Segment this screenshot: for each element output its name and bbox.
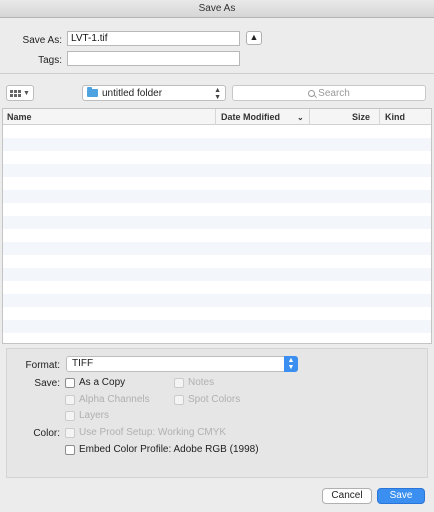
list-item [3, 203, 431, 216]
view-mode-button[interactable]: ▼ [6, 85, 34, 101]
save-button[interactable]: Save [377, 488, 425, 504]
file-list[interactable]: Name Date Modified ⌄ Size Kind [2, 108, 432, 344]
checkbox-box [174, 394, 184, 405]
spot-colors-checkbox: Spot Colors [174, 394, 240, 405]
list-item [3, 333, 431, 343]
use-proof-setup-label: Use Proof Setup: Working CMYK [79, 427, 227, 438]
checkbox-box [174, 377, 184, 388]
alpha-channels-checkbox: Alpha Channels [65, 394, 150, 405]
column-kind[interactable]: Kind [385, 112, 405, 122]
list-item [3, 242, 431, 255]
list-item [3, 216, 431, 229]
layers-label: Layers [79, 410, 110, 421]
as-a-copy-checkbox[interactable]: As a Copy [65, 377, 125, 388]
column-size[interactable]: Size [352, 112, 370, 122]
list-item [3, 281, 431, 294]
list-item [3, 190, 431, 203]
save-as-field[interactable]: LVT-1.tif [67, 31, 240, 46]
folder-icon [87, 87, 98, 97]
column-header: Name Date Modified ⌄ Size Kind [3, 109, 431, 125]
list-item [3, 320, 431, 333]
embed-color-profile-label: Embed Color Profile: Adobe RGB (1998) [79, 444, 259, 455]
list-item [3, 268, 431, 281]
list-item [3, 255, 431, 268]
notes-checkbox: Notes [174, 377, 214, 388]
list-item [3, 229, 431, 242]
divider [0, 73, 434, 74]
sort-chevron-icon: ⌄ [297, 113, 304, 122]
updown-arrows-icon: ▲ ▼ [284, 356, 298, 372]
location-popup[interactable]: untitled folder ▲ ▼ [82, 85, 226, 101]
column-date-modified[interactable]: Date Modified [221, 112, 280, 122]
list-item [3, 177, 431, 190]
notes-label: Notes [188, 377, 215, 388]
column-separator [379, 109, 380, 125]
checkbox-box [65, 444, 75, 455]
list-item [3, 151, 431, 164]
window-title: Save As [0, 0, 434, 18]
chevron-down-icon: ▼ [23, 89, 30, 97]
expand-collapse-button[interactable]: ▲ [246, 31, 262, 45]
column-separator [215, 109, 216, 125]
search-placeholder: Search [318, 87, 350, 99]
format-value: TIFF [72, 358, 94, 369]
alpha-channels-label: Alpha Channels [79, 394, 150, 405]
search-field[interactable]: Search [232, 85, 426, 101]
color-label: Color: [33, 428, 60, 439]
tags-field[interactable] [67, 51, 240, 66]
spot-colors-label: Spot Colors [188, 394, 241, 405]
layers-checkbox: Layers [65, 410, 109, 421]
column-name[interactable]: Name [7, 112, 32, 122]
save-options-label: Save: [34, 378, 60, 389]
format-label: Format: [25, 360, 60, 371]
use-proof-setup-checkbox: Use Proof Setup: Working CMYK [65, 427, 226, 438]
as-a-copy-label: As a Copy [79, 377, 126, 388]
tags-label: Tags: [38, 55, 62, 66]
chevron-up-icon: ▲ [249, 32, 259, 42]
format-popup[interactable]: TIFF ▲ ▼ [66, 356, 298, 372]
checkbox-box [65, 427, 75, 438]
updown-arrows-icon: ▲ ▼ [214, 87, 221, 101]
list-item [3, 125, 431, 138]
file-rows [3, 125, 431, 343]
list-item [3, 164, 431, 177]
column-separator [309, 109, 310, 125]
save-as-label: Save As: [22, 35, 62, 46]
list-item [3, 294, 431, 307]
embed-color-profile-checkbox[interactable]: Embed Color Profile: Adobe RGB (1998) [65, 444, 259, 455]
grid-view-icon [10, 89, 22, 97]
location-label: untitled folder [102, 87, 163, 99]
checkbox-box [65, 394, 75, 405]
list-item [3, 307, 431, 320]
list-item [3, 138, 431, 151]
checkbox-box [65, 377, 75, 388]
checkbox-box [65, 410, 75, 421]
cancel-button[interactable]: Cancel [322, 488, 372, 504]
search-icon [308, 89, 316, 97]
